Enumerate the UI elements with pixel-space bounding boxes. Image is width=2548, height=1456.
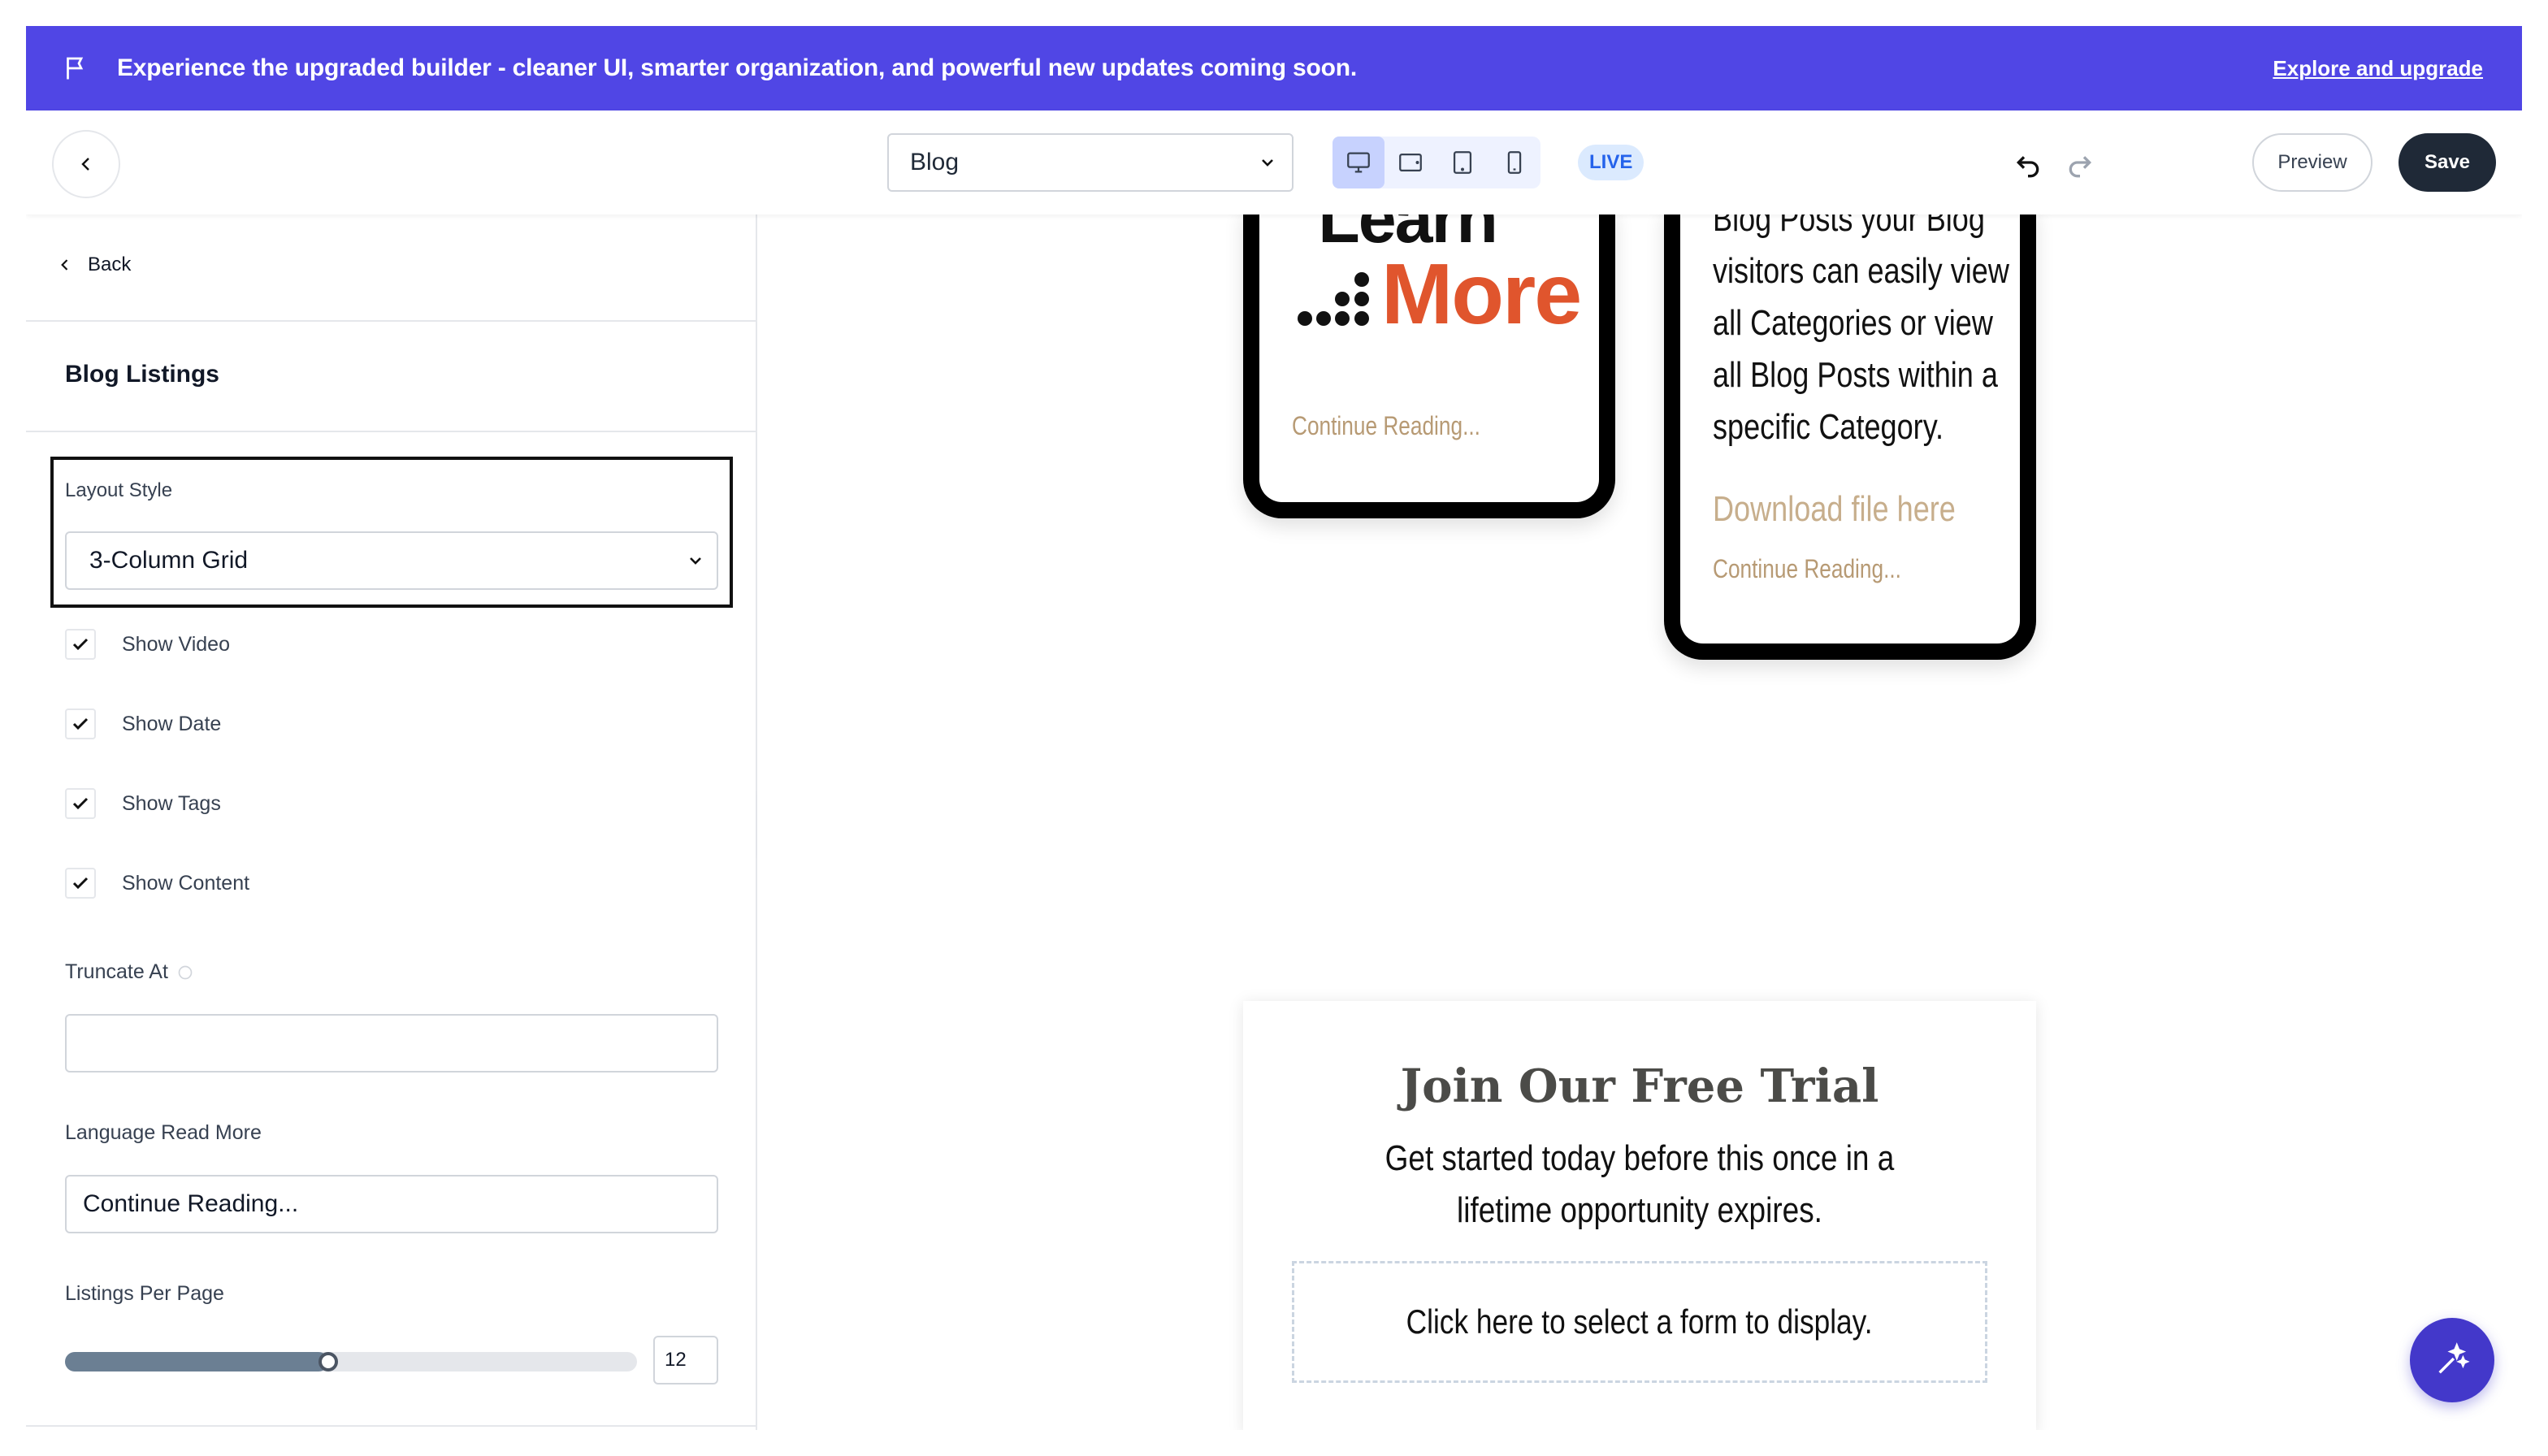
continue-reading-link[interactable]: Continue Reading... [1713,554,1901,584]
tablet-icon [1453,151,1472,174]
preview-button[interactable]: Preview [2252,133,2372,192]
read-more-input[interactable]: Continue Reading... [65,1175,718,1233]
chevron-left-icon [61,259,68,271]
redo-icon[interactable] [2064,146,2096,179]
layout-style-select[interactable]: 3-Column Grid [65,531,718,590]
sidebar-title: Blog Listings [65,361,219,388]
show-date-checkbox[interactable] [65,708,96,739]
show-tags-label: Show Tags [122,791,221,815]
listings-per-page-slider[interactable] [65,1352,637,1372]
listings-per-page-input[interactable]: 12 [653,1336,718,1384]
show-date-label: Show Date [122,712,222,735]
check-icon [72,877,89,890]
slider-fill [65,1352,328,1372]
tablet-landscape-icon [1399,153,1422,172]
device-switcher [1332,136,1540,188]
live-status-badge: LIVE [1578,145,1644,180]
page-canvas: Learn More Continue Reading... Blog Post… [757,214,2522,1430]
layout-style-label: Layout Style [65,479,173,501]
explore-upgrade-link[interactable]: Explore and upgrade [2273,26,2483,110]
truncate-at-input[interactable] [65,1014,718,1072]
divider [26,431,757,432]
show-video-checkbox-row[interactable]: Show Video [65,629,230,660]
sidebar-back-label: Back [88,254,132,275]
mobile-view-button[interactable] [1488,136,1540,188]
form-placeholder[interactable]: Click here to select a form to display. [1292,1261,1987,1383]
trial-title: Join Our Free Trial [1400,1060,1879,1113]
form-placeholder-text: Click here to select a form to display. [1406,1302,1873,1341]
excerpt-line: visitors can easily view [1713,251,2009,291]
show-video-checkbox[interactable] [65,629,96,660]
blog-card[interactable]: Learn More Continue Reading... [1243,214,1615,518]
excerpt-line: all Blog Posts within a [1713,355,1998,395]
trial-subtitle: Get started today before this once in a … [1384,1138,1895,1230]
settings-sidebar: Back Blog Listings Layout Style 3-Column… [26,214,757,1430]
slider-handle[interactable] [318,1352,338,1372]
show-tags-checkbox[interactable] [65,788,96,819]
layout-style-group: Layout Style 3-Column Grid [50,457,733,608]
check-icon [72,638,89,651]
exit-button[interactable] [52,130,120,198]
layout-style-value: 3-Column Grid [89,547,249,574]
download-file-link[interactable]: Download file here [1713,489,1956,530]
chevron-down-icon [690,557,701,565]
excerpt-line: Blog Posts your Blog [1713,214,1985,239]
truncate-at-label: Truncate At [65,960,168,983]
blog-card[interactable]: Blog Posts your Blog visitors can easily… [1664,214,2036,660]
tablet-view-button[interactable] [1436,136,1488,188]
check-icon [72,717,89,730]
blog-card-excerpt: Blog Posts your Blog visitors can easily… [1713,214,2009,453]
undo-icon[interactable] [2012,146,2044,179]
desktop-view-button[interactable] [1332,136,1384,188]
upgrade-banner: Experience the upgraded builder - cleane… [26,26,2522,110]
chevron-down-icon [1262,159,1273,167]
sparkle-wand-icon [2438,1342,2470,1374]
tablet-landscape-view-button[interactable] [1384,136,1436,188]
info-icon[interactable] [177,964,193,981]
page-select[interactable]: Blog [887,133,1294,192]
dots-graphic [1298,272,1369,326]
banner-message: Experience the upgraded builder - cleane… [117,54,1357,81]
builder-window: Experience the upgraded builder - cleane… [26,26,2522,1430]
ai-assistant-button[interactable] [2410,1318,2494,1402]
sidebar-back-button[interactable]: Back [57,254,131,276]
divider [26,320,757,322]
show-content-checkbox[interactable] [65,868,96,899]
excerpt-line: specific Category. [1713,407,1944,447]
continue-reading-link[interactable]: Continue Reading... [1292,411,1480,441]
show-video-label: Show Video [122,632,230,656]
excerpt-line: all Categories or view [1713,303,1993,343]
show-content-checkbox-row[interactable]: Show Content [65,868,249,899]
listings-per-page-label: Listings Per Page [65,1282,224,1305]
read-more-label: Language Read More [65,1121,262,1144]
show-tags-checkbox-row[interactable]: Show Tags [65,788,221,819]
top-toolbar: Blog LIVE Preview Save [26,110,2522,214]
truncate-at-label-row: Truncate At [65,960,193,984]
save-button[interactable]: Save [2398,133,2496,192]
show-content-label: Show Content [122,871,250,895]
divider [26,1425,757,1427]
learn-more-logo-bottom: More [1381,246,1582,342]
show-date-checkbox-row[interactable]: Show Date [65,708,221,739]
desktop-icon [1347,152,1370,173]
check-icon [72,797,89,810]
flag-icon [67,57,84,80]
mobile-icon [1507,151,1522,174]
chevron-left-icon [81,158,89,171]
page-select-value: Blog [910,149,960,176]
free-trial-section: Join Our Free Trial Get started today be… [1243,1001,2036,1430]
